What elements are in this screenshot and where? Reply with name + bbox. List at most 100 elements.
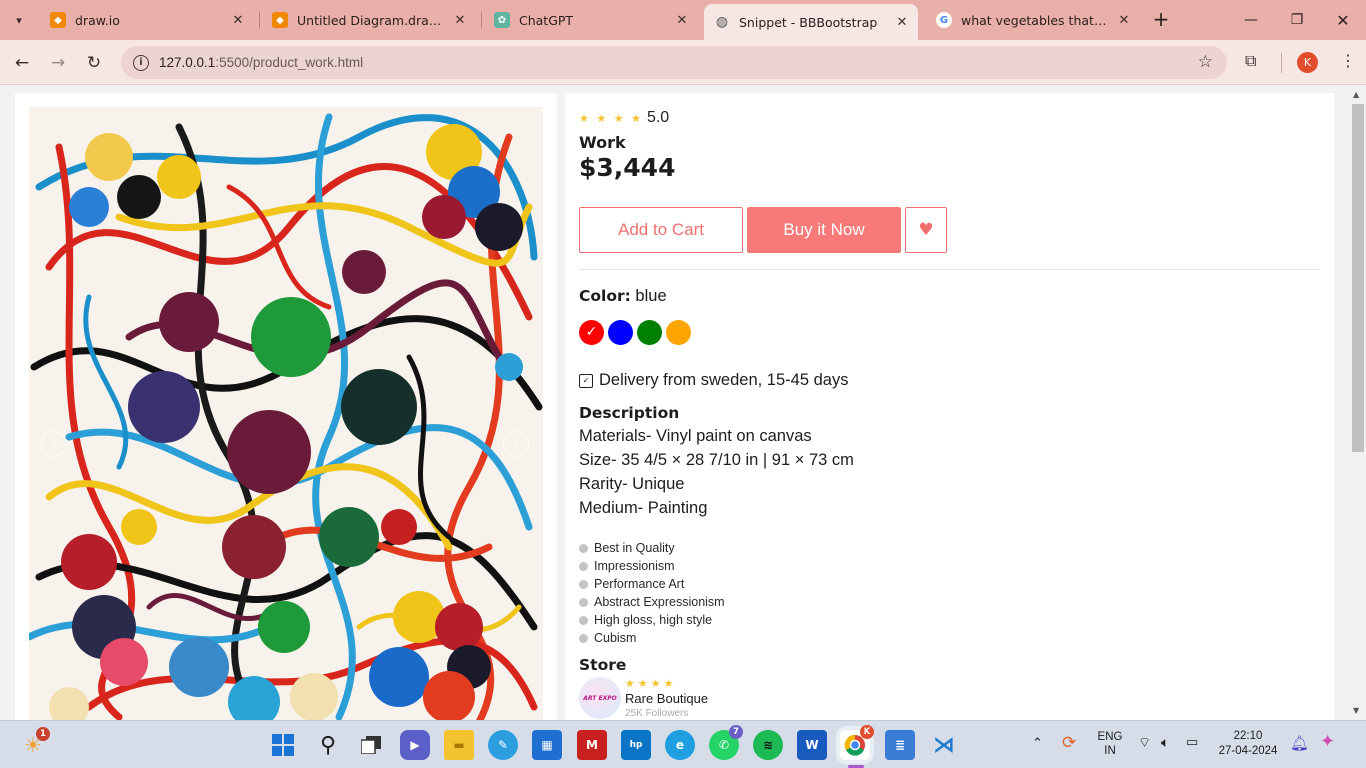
task-view-icon [361,736,381,754]
start-button[interactable] [268,730,298,760]
page-scrollbar[interactable]: ▲ ▼ [1350,86,1366,720]
page-viewport: ‹ › ★ ★ ★ ★ 5.0 Work $3,444 Add to Cart … [0,86,1350,720]
tab-google-search[interactable]: G what vegetables that can gr ✕ [926,6,1140,34]
search-button[interactable]: ⚲ [313,730,343,760]
product-details-card: ★ ★ ★ ★ 5.0 Work $3,444 Add to Cart Buy … [565,93,1334,720]
spotify-icon: ≋ [762,738,774,752]
close-tab-icon[interactable]: ✕ [1116,13,1132,28]
close-window-button[interactable]: ✕ [1320,0,1366,40]
rating-value: 5.0 [646,109,670,126]
edge-browser-app[interactable]: e [665,730,695,760]
toolbar-divider [1281,53,1282,73]
microsoft-store-app[interactable]: ▦ [532,730,562,760]
edge-icon: e [675,738,685,752]
color-swatches: ✓ [579,320,691,345]
tab-chatgpt[interactable]: ✿ ChatGPT ✕ [484,6,698,34]
store-info[interactable]: ART EXPO ★★★★ Rare Boutique 25K Follower… [579,677,708,719]
bullet-dot-icon [579,633,588,643]
myhp-app[interactable]: hp [621,730,651,760]
swatch-green[interactable] [637,320,662,345]
tab-drawio[interactable]: ◆ draw.io ✕ [40,6,254,34]
copilot-pre-icon[interactable]: ✦ [1320,731,1335,752]
carousel-next-button[interactable]: › [503,431,529,457]
tab-untitled-diagram[interactable]: ◆ Untitled Diagram.drawio - d ✕ [262,6,476,34]
divider [579,269,1320,270]
restore-button[interactable]: ❐ [1274,0,1320,40]
menu-kebab-icon[interactable]: ⋮ [1340,51,1356,70]
store-followers: 25K Followers [625,708,689,719]
forward-button[interactable]: → [44,49,72,77]
carousel-prev-button[interactable]: ‹ [41,431,67,457]
profile-avatar[interactable]: K [1297,52,1318,73]
store-name[interactable]: Rare Boutique [625,691,708,706]
volume-icon[interactable]: 🔈︎ [1161,734,1169,751]
minimize-icon: — [1244,12,1258,28]
scrollbar-thumb[interactable] [1352,104,1364,452]
swatch-orange[interactable] [666,320,691,345]
spotify-app[interactable]: ≋ [753,730,783,760]
description-rarity: Rarity- Unique [579,475,685,493]
weather-widget[interactable]: ☀ 1 [18,727,50,760]
notification-bell-icon[interactable]: 🔔︎ [1290,734,1309,752]
clock[interactable]: 22:10 27-04-2024 [1214,729,1282,759]
extensions-icon[interactable]: ⧉ [1245,51,1256,71]
bullet-dot-icon [579,543,588,553]
close-tab-icon[interactable]: ✕ [674,13,690,28]
tab-snippet-bbbootstrap[interactable]: ◍ Snippet - BBBootstrap ✕ [704,4,918,40]
check-icon: ✓ [585,324,598,340]
description-medium: Medium- Painting [579,499,708,517]
url-text[interactable]: 127.0.0.1:5500/product_work.html [159,55,363,70]
task-view-button[interactable] [356,730,386,760]
arrow-right-icon: → [50,53,66,73]
wifi-icon[interactable]: ⌔ [1138,734,1151,752]
tab-separator [481,12,482,28]
new-tab-button[interactable]: + [1150,8,1172,30]
vscode-app[interactable]: ⋊ [929,730,959,760]
swatch-red[interactable]: ✓ [579,320,604,345]
video-chat-icon: ▶ [410,738,420,752]
reload-icon: ↻ [86,53,102,73]
close-tab-icon[interactable]: ✕ [230,13,246,28]
list-item: Cubism [579,629,725,647]
minimize-button[interactable]: — [1228,0,1274,40]
store-rating-stars: ★★★★ [625,677,677,690]
product-rating: ★ ★ ★ ★ 5.0 [579,109,669,127]
chevron-left-icon: ‹ [51,437,57,451]
store-bag-icon: ▦ [541,738,553,752]
close-tab-icon[interactable]: ✕ [452,13,468,28]
store-logo[interactable]: ART EXPO [579,677,621,719]
update-tray-icon[interactable]: ⟳ [1062,733,1076,753]
bookmark-star-icon[interactable]: ☆ [1198,52,1213,72]
swatch-blue[interactable] [608,320,633,345]
teams-chat-app[interactable]: ▶ [400,730,430,760]
close-tab-icon[interactable]: ✕ [894,15,910,30]
back-button[interactable]: ← [8,49,36,77]
copilot-app[interactable]: ✎ [488,730,518,760]
reload-button[interactable]: ↻ [80,49,108,77]
file-explorer-app[interactable]: ▬ [444,730,474,760]
description-materials: Materials- Vinyl paint on canvas [579,427,812,445]
add-to-cart-button[interactable]: Add to Cart [579,207,743,253]
show-hidden-icons-button[interactable]: ⌃ [1032,735,1043,751]
heart-icon: ♥ [918,220,934,240]
copilot-icon: ✎ [497,738,509,752]
tab-search-button[interactable]: ▾ [6,7,32,33]
chrome-app[interactable]: K [840,725,874,760]
notepad-app[interactable]: ≣ [885,730,915,760]
description-heading: Description [579,404,680,422]
wishlist-button[interactable]: ♥ [905,207,947,253]
site-info-icon[interactable]: i [133,54,149,71]
whatsapp-app[interactable]: ✆ 7 [709,725,743,760]
plus-icon: + [1152,7,1170,31]
mcafee-app[interactable]: M [577,730,607,760]
scroll-up-arrow-icon[interactable]: ▲ [1353,90,1359,99]
address-bar[interactable]: i 127.0.0.1:5500/product_work.html ☆ [121,46,1227,79]
word-app[interactable]: W [797,730,827,760]
scroll-down-arrow-icon[interactable]: ▼ [1353,706,1359,715]
buy-now-button[interactable]: Buy it Now [747,207,901,253]
description-size: Size- 35 4/5 × 28 7/10 in | 91 × 73 cm [579,451,854,469]
shield-icon: M [586,738,598,752]
battery-icon[interactable]: ▭ [1186,734,1198,750]
language-indicator[interactable]: ENG IN [1094,730,1126,758]
chatgpt-icon: ✿ [494,12,510,28]
